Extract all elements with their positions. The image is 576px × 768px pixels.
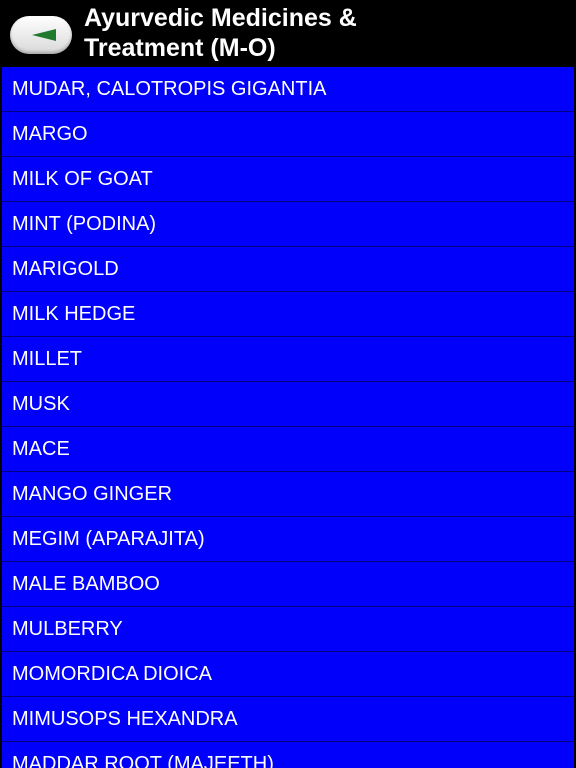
list-item[interactable]: MEGIM (APARAJITA) [2,517,574,562]
app-screen: Ayurvedic Medicines & Treatment (M-O) MU… [0,0,576,768]
back-arrow-icon [32,29,56,41]
page-title: Ayurvedic Medicines & Treatment (M-O) [84,4,357,62]
list-item[interactable]: MINT (PODINA) [2,202,574,247]
list-item[interactable]: MALE BAMBOO [2,562,574,607]
list-item[interactable]: MACE [2,427,574,472]
list-item[interactable]: MARGO [2,112,574,157]
list-item[interactable]: MARIGOLD [2,247,574,292]
list-item[interactable]: MILK OF GOAT [2,157,574,202]
medicine-list[interactable]: MUDAR, CALOTROPIS GIGANTIA MARGO MILK OF… [2,67,574,768]
list-item[interactable]: MUSK [2,382,574,427]
list-item[interactable]: MUDAR, CALOTROPIS GIGANTIA [2,67,574,112]
list-item[interactable]: MOMORDICA DIOICA [2,652,574,697]
list-item[interactable]: MANGO GINGER [2,472,574,517]
list-item[interactable]: MILK HEDGE [2,292,574,337]
back-button[interactable] [10,16,72,54]
navigation-bar: Ayurvedic Medicines & Treatment (M-O) [0,0,576,67]
list-item[interactable]: MIMUSOPS HEXANDRA [2,697,574,742]
list-item[interactable]: MULBERRY [2,607,574,652]
list-item[interactable]: MADDAR ROOT (MAJEETH) [2,742,574,768]
list-item[interactable]: MILLET [2,337,574,382]
